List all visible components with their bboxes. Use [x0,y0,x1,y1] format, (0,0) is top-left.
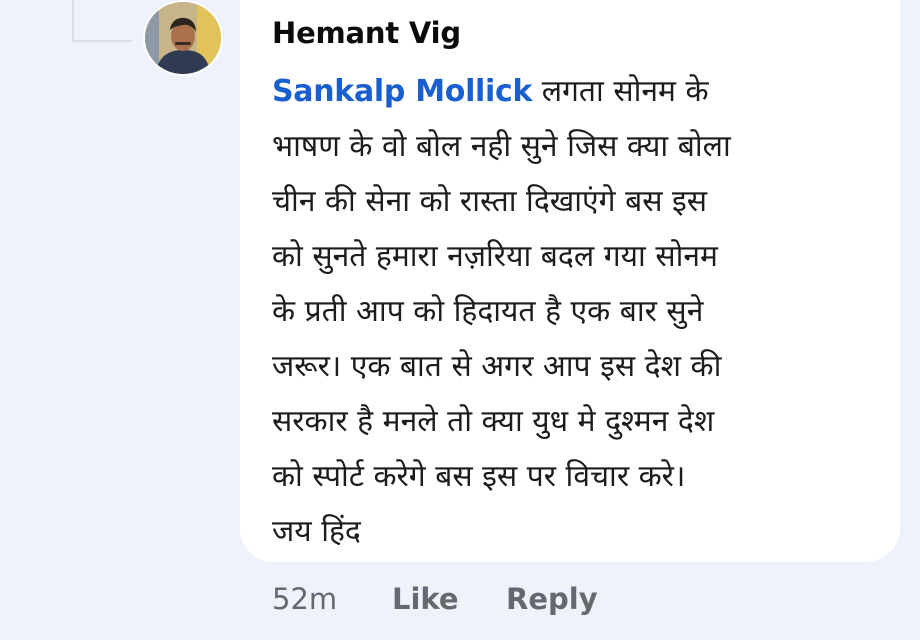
profile-photo-icon [145,2,221,74]
comment-line: जय हिंद [272,514,361,549]
comment-line: चीन की सेना को रास्ता दिखाएंगे बस इस [272,184,708,219]
comment-timestamp[interactable]: 52m [272,582,337,616]
author-avatar[interactable] [143,0,223,76]
comment-line: सरकार है मनले तो क्या युध मे दुश्मन देश [272,404,715,439]
comment-line: को सुनते हमारा नज़रिया बदल गया सोनम [272,239,718,274]
comment-line: Sankalp Mollick लगता सोनम के [272,64,872,119]
comment-author-name[interactable]: Hemant Vig [272,16,461,50]
comment-line: को स्पोर्ट करेगे बस इस पर विचार करे। [272,459,686,494]
comment-line-text: लगता सोनम के [532,74,709,109]
comment-line: जरूर। एक बात से अगर आप इस देश की [272,349,722,384]
comment-text: Sankalp Mollick लगता सोनम के भाषण के वो … [272,64,872,559]
like-button[interactable]: Like [392,582,459,616]
comment-line: के प्रती आप को हिदायत है एक बार सुने [272,294,704,329]
comment-line: भाषण के वो बोल नही सुने जिस क्या बोला [272,129,731,164]
reply-button[interactable]: Reply [506,582,598,616]
thread-connector-elbow [72,40,132,42]
mention-link[interactable]: Sankalp Mollick [272,74,532,109]
thread-connector-line [72,0,74,42]
